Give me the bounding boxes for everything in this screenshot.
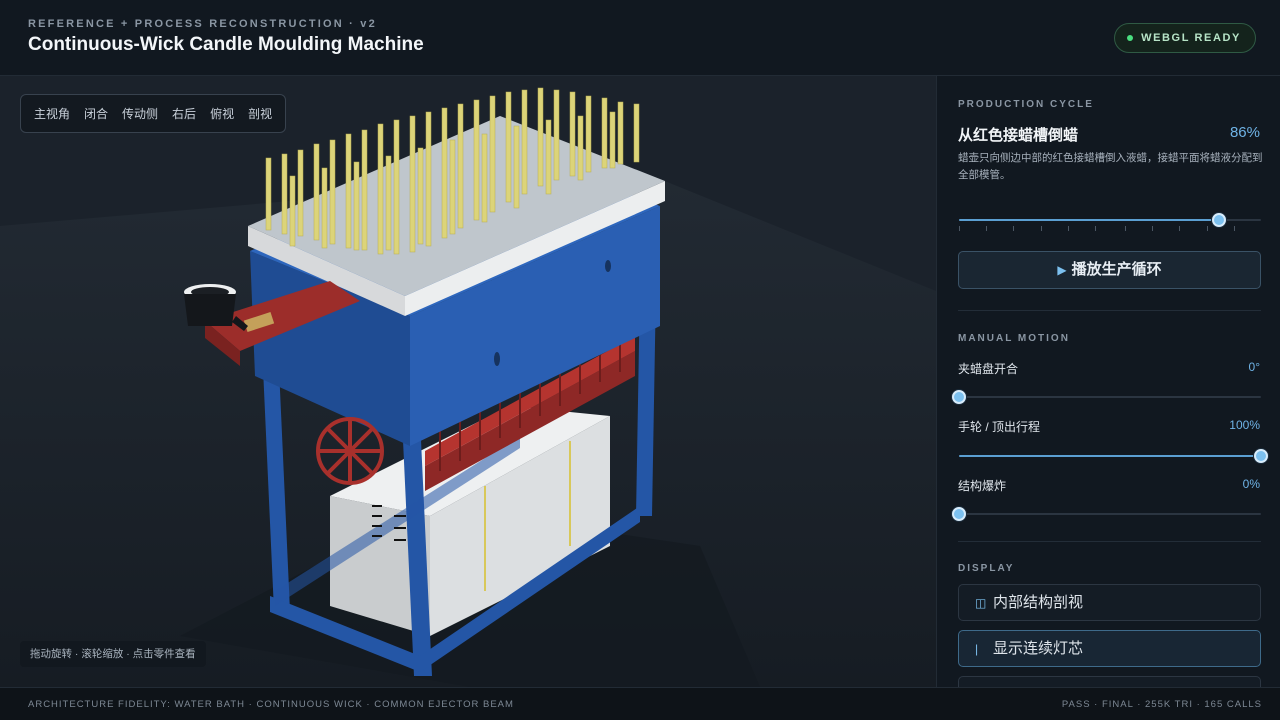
stage-description: 蜡壶只向侧边中部的红色接蜡槽倒入液蜡，接蜡平面将蜡液分配到全部模管。 [958, 152, 1263, 181]
wick-line-icon: | [975, 642, 979, 656]
footer-render-stats: PASS · FINAL · 255K TRI · 165 CALLS [1061, 699, 1262, 710]
progress-tick [1013, 226, 1015, 231]
status-footer: ARCHITECTURE FIDELITY: WATER BATH · CONT… [0, 687, 1280, 720]
handwheel-control-value: 100% [1229, 418, 1260, 432]
handwheel[interactable] [316, 417, 384, 485]
progress-tick [986, 226, 988, 231]
handwheel-slider[interactable] [959, 448, 1268, 464]
slider-thumb[interactable] [952, 507, 966, 521]
slider-thumb[interactable] [952, 390, 966, 404]
slider-thumb[interactable] [1211, 213, 1226, 227]
display-label: DISPLAY [958, 563, 1015, 574]
slider-thumb[interactable] [1254, 449, 1268, 463]
control-panel: PRODUCTION CYCLE 从红色接蜡槽倒蜡 86% 蜡壶只向侧边中部的红… [936, 76, 1280, 687]
status-badge: WEBGL READY [1114, 23, 1256, 53]
progress-tick [959, 226, 960, 231]
play-cycle-label: 播放生产循环 [1071, 261, 1162, 278]
machine-3d-render[interactable] [0, 76, 936, 687]
wick-display-toggle[interactable]: | 显示连续灯芯 [958, 630, 1261, 667]
view-button-section[interactable]: 剖视 [241, 105, 279, 122]
section-view-icon: ◫ [975, 596, 987, 610]
play-icon: ▶ [1057, 263, 1067, 277]
page-title: Continuous-Wick Candle Moulding Machine [28, 34, 424, 55]
section-divider [958, 310, 1261, 311]
section-divider [958, 541, 1261, 542]
view-button-drive-side[interactable]: 传动侧 [115, 105, 165, 122]
view-button-closed[interactable]: 闭合 [77, 105, 115, 122]
view-preset-toolbar: 主视角 闭合 传动侧 右后 俯视 剖视 [20, 94, 287, 133]
manual-motion-label: MANUAL MOTION [958, 333, 1070, 344]
play-cycle-button[interactable]: ▶ 播放生产循环 [958, 251, 1261, 289]
footer-fidelity-note: ARCHITECTURE FIDELITY: WATER BATH · CONT… [28, 699, 514, 710]
handwheel-control-label: 手轮 / 顶出行程 [958, 420, 1041, 434]
view-button-main[interactable]: 主视角 [27, 105, 77, 122]
progress-tick [1206, 226, 1208, 231]
progress-tick [1233, 226, 1235, 231]
stage-title: 从红色接蜡槽倒蜡 [958, 127, 1079, 144]
explode-control-label: 结构爆炸 [958, 479, 1007, 493]
section-view-label: 内部结构剖视 [993, 594, 1084, 611]
clamp-control-value: 0° [1248, 360, 1260, 374]
3d-viewport[interactable]: 主视角 闭合 传动侧 右后 俯视 剖视 拖动旋转 · 滚轮缩放 · 点击零件查看 [0, 76, 936, 687]
progress-tick [1094, 226, 1096, 231]
progress-ticks [959, 226, 1261, 232]
app-header: REFERENCE + PROCESS RECONSTRUCTION · v2 … [0, 0, 1280, 76]
more-display-toggle[interactable] [958, 676, 1261, 687]
page-kicker: REFERENCE + PROCESS RECONSTRUCTION · v2 [28, 18, 377, 30]
progress-tick [1125, 226, 1127, 231]
clamp-slider[interactable] [952, 389, 1261, 405]
explode-control-value: 0% [1242, 477, 1260, 491]
slider-fill [959, 219, 1219, 221]
explode-slider[interactable] [952, 506, 1261, 522]
slider-track [959, 396, 1261, 398]
progress-tick [1179, 226, 1181, 231]
progress-tick [1040, 226, 1042, 231]
view-button-top[interactable]: 俯视 [203, 105, 241, 122]
stage-percent: 86% [1229, 124, 1260, 141]
view-button-rear-right[interactable]: 右后 [165, 105, 203, 122]
slider-fill [959, 455, 1261, 457]
status-dot-icon [1127, 35, 1134, 41]
wick-display-label: 显示连续灯芯 [993, 640, 1084, 657]
status-badge-label: WEBGL READY [1141, 32, 1241, 44]
production-cycle-label: PRODUCTION CYCLE [958, 99, 1094, 110]
progress-tick [1152, 226, 1154, 231]
slider-track [959, 513, 1261, 515]
progress-tick [1067, 226, 1069, 231]
section-view-toggle[interactable]: ◫ 内部结构剖视 [958, 584, 1261, 621]
viewport-hint: 拖动旋转 · 滚轮缩放 · 点击零件查看 [20, 641, 206, 667]
clamp-control-label: 夹蜡盘开合 [958, 362, 1019, 376]
